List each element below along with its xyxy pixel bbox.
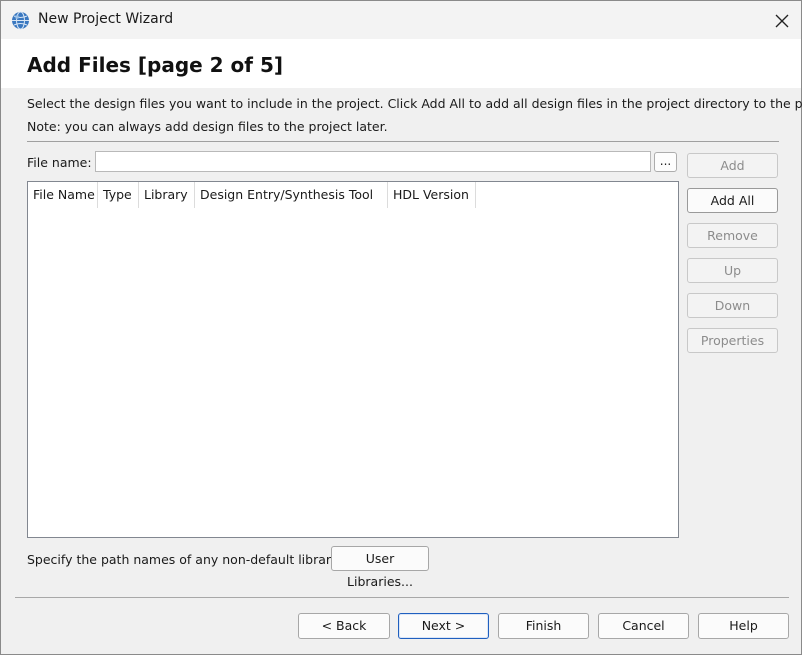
libraries-label: Specify the path names of any non-defaul… [27, 552, 353, 567]
column-header-hdl-version[interactable]: HDL Version [388, 182, 476, 208]
files-table[interactable]: File Name Type Library Design Entry/Synt… [27, 181, 679, 538]
add-all-button[interactable]: Add All [687, 188, 778, 213]
up-button[interactable]: Up [687, 258, 778, 283]
properties-button[interactable]: Properties [687, 328, 778, 353]
browse-button[interactable]: ... [654, 152, 677, 172]
file-name-label: File name: [27, 155, 92, 170]
globe-icon [11, 11, 30, 30]
footer-separator [15, 597, 789, 598]
help-button[interactable]: Help [698, 613, 789, 639]
page-title: Add Files [page 2 of 5] [27, 53, 284, 77]
cancel-button[interactable]: Cancel [598, 613, 689, 639]
next-button[interactable]: Next > [398, 613, 489, 639]
title-bar: New Project Wizard [1, 1, 801, 39]
column-header-file-name[interactable]: File Name [28, 182, 98, 208]
window-title: New Project Wizard [38, 11, 174, 27]
table-header: File Name Type Library Design Entry/Synt… [28, 182, 476, 208]
user-libraries-button[interactable]: User Libraries... [331, 546, 429, 589]
column-header-library[interactable]: Library [139, 182, 195, 208]
close-icon[interactable] [767, 7, 797, 35]
column-header-type[interactable]: Type [98, 182, 139, 208]
down-button[interactable]: Down [687, 293, 778, 318]
file-name-input[interactable] [95, 151, 651, 172]
separator [27, 141, 779, 142]
wizard-header: Add Files [page 2 of 5] [1, 39, 801, 88]
description-text: Select the design files you want to incl… [27, 96, 802, 111]
column-header-design-entry-tool[interactable]: Design Entry/Synthesis Tool [195, 182, 388, 208]
remove-button[interactable]: Remove [687, 223, 778, 248]
note-text: Note: you can always add design files to… [27, 119, 388, 134]
back-button[interactable]: < Back [298, 613, 390, 639]
finish-button[interactable]: Finish [498, 613, 589, 639]
add-button[interactable]: Add [687, 153, 778, 178]
wizard-window: New Project Wizard Add Files [page 2 of … [0, 0, 802, 655]
